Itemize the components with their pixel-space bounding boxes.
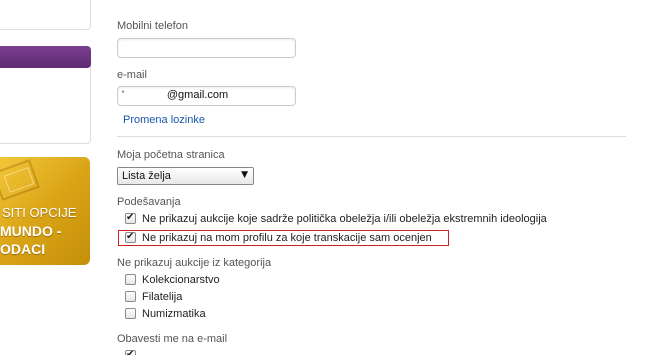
dropdown-arrow-icon: ▼ [241, 170, 248, 180]
category-option-label: Kolekcionarstvo [142, 274, 220, 286]
promo-text: SITI OPCIJE [2, 205, 77, 220]
change-password-link[interactable]: Promena lozinke [123, 114, 205, 126]
category-option-label: Filatelija [142, 291, 183, 303]
promo-text: MUNDO - [0, 223, 62, 239]
checkbox[interactable] [125, 308, 136, 319]
hide-categories-label: Ne prikazuj aukcije iz kategorija [117, 257, 272, 269]
sidebar-panel [0, 58, 91, 144]
homepage-selected-value: Lista želja [122, 170, 171, 182]
sidebar-menu-bar[interactable] [0, 46, 91, 68]
checkmark-icon: ✔ [126, 212, 135, 223]
promo-text: ODACI [0, 241, 46, 257]
homepage-select[interactable]: Lista želja ▼ [117, 167, 254, 185]
notify-label: Obavesti me na e-mail [117, 333, 228, 345]
settings-label: Podešavanja [117, 196, 181, 208]
setting-option-label: Ne prikazuj na mom profilu za koje trans… [142, 232, 432, 244]
category-option-label: Numizmatika [142, 308, 206, 320]
checkbox[interactable]: ✔ [125, 349, 136, 355]
checkmark-icon: ✔ [126, 231, 135, 242]
checkbox[interactable]: ✔ [125, 212, 136, 224]
mobile-phone-input[interactable] [117, 38, 296, 58]
checkbox[interactable]: ✔ [125, 231, 136, 243]
email-input[interactable]: ' @gmail.com [117, 86, 296, 106]
divider [117, 136, 626, 137]
checkbox[interactable] [125, 274, 136, 285]
email-value: ' @gmail.com [122, 89, 229, 101]
setting-option-label: Ne prikazuj aukcije koje sadrže političk… [142, 213, 547, 225]
mobile-label: Mobilni telefon [117, 20, 188, 32]
checkmark-icon: ✔ [126, 349, 135, 355]
sidebar-box [0, 0, 91, 30]
homepage-label: Moja početna stranica [117, 149, 225, 161]
email-label: e-mail [117, 69, 147, 81]
checkbox[interactable] [125, 291, 136, 302]
